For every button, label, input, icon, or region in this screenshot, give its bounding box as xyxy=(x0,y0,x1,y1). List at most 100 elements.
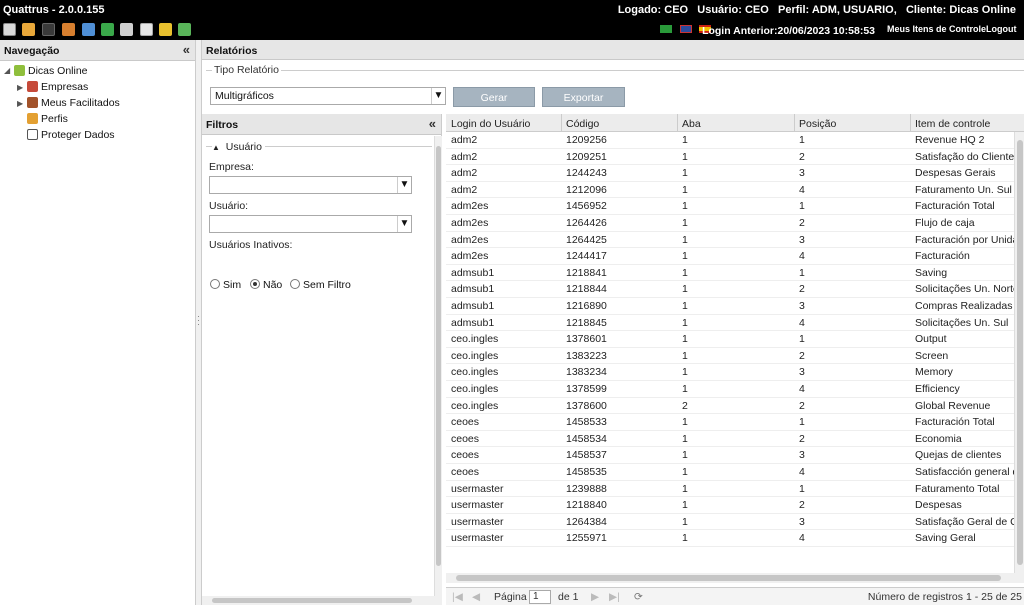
table-row[interactable]: usermaster 1264384 1 3 Satisfação Geral de C… xyxy=(446,514,1014,531)
table-row[interactable]: ceoes 1458533 1 1 Facturación Total xyxy=(446,414,1014,431)
table-row[interactable]: ceo.ingles 1378599 1 4 Efficiency xyxy=(446,381,1014,398)
radio-circle[interactable] xyxy=(290,279,300,289)
first-page-icon[interactable]: |◀ xyxy=(452,591,463,603)
chevron-down-icon[interactable]: ▼ xyxy=(397,177,411,193)
cell-login: usermaster xyxy=(451,515,504,528)
prev-page-icon[interactable]: ◀ xyxy=(472,591,480,603)
table-row[interactable]: admsub1 1218844 1 2 Solicitações Un. Norte xyxy=(446,281,1014,298)
tree-item-perfis[interactable]: Perfis xyxy=(27,113,68,125)
meus-itens-link[interactable]: Meus Itens de Controle xyxy=(887,24,986,34)
col-header-item[interactable]: Item de controle xyxy=(915,118,990,130)
table-row[interactable]: ceo.ingles 1383234 1 3 Memory xyxy=(446,364,1014,381)
tree-root-dicas-online[interactable]: Dicas Online xyxy=(14,65,88,77)
radio-sim[interactable]: Sim xyxy=(210,279,241,291)
radio-sem-filtro[interactable]: Sem Filtro xyxy=(290,279,351,291)
logout-link[interactable]: Logout xyxy=(986,24,1017,34)
table-row[interactable]: admsub1 1218845 1 4 Solicitações Un. Sul xyxy=(446,315,1014,332)
cell-item: Global Revenue xyxy=(915,399,991,412)
users-icon xyxy=(27,113,38,124)
cliente-value: Dicas Online xyxy=(949,4,1016,16)
scroll-thumb[interactable] xyxy=(436,146,441,566)
cell-aba: 1 xyxy=(682,183,688,196)
usuario-group-toggle[interactable]: ▲ Usuário xyxy=(212,141,265,153)
col-separator[interactable] xyxy=(794,114,795,132)
table-row[interactable]: adm2 1212096 1 4 Faturamento Un. Sul xyxy=(446,182,1014,199)
cell-aba: 1 xyxy=(682,482,688,495)
cell-posicao: 4 xyxy=(799,316,805,329)
scroll-thumb[interactable] xyxy=(212,598,412,603)
cell-login: ceoes xyxy=(451,416,480,429)
col-separator[interactable] xyxy=(910,114,911,132)
cell-aba: 1 xyxy=(682,416,688,429)
tipo-relatorio-select[interactable]: Multigráficos ▼ xyxy=(210,87,446,105)
cell-posicao: 4 xyxy=(799,183,805,196)
cell-login: adm2 xyxy=(451,134,478,146)
cell-aba: 2 xyxy=(682,399,688,412)
gerar-button[interactable]: Gerar xyxy=(453,87,535,107)
table-row[interactable]: usermaster 1255971 1 4 Saving Geral xyxy=(446,530,1014,547)
usuario-select[interactable]: ▼ xyxy=(209,215,412,233)
col-separator[interactable] xyxy=(677,114,678,132)
table-row[interactable]: usermaster 1218840 1 2 Despesas xyxy=(446,497,1014,514)
cell-codigo: 1378601 xyxy=(566,333,607,346)
collapse-filters-icon[interactable]: « xyxy=(429,116,436,131)
table-row[interactable]: adm2 1209251 1 2 Satisfação do Cliente xyxy=(446,149,1014,166)
scroll-thumb[interactable] xyxy=(456,575,1001,581)
col-header-posicao[interactable]: Posição xyxy=(799,118,836,130)
tree-expand-icon[interactable]: ▶ xyxy=(17,83,23,92)
cell-aba: 1 xyxy=(682,150,688,163)
table-row[interactable]: adm2 1209256 1 1 Revenue HQ 2 xyxy=(446,132,1014,149)
col-separator[interactable] xyxy=(561,114,562,132)
splitter-grip-icon[interactable]: · · · xyxy=(197,312,200,329)
table-row[interactable]: adm2 1244243 1 3 Despesas Gerais xyxy=(446,165,1014,182)
cell-posicao: 2 xyxy=(799,283,805,296)
tree-collapse-icon[interactable]: ◢ xyxy=(4,66,10,75)
cell-item: Compras Realizadas xyxy=(915,300,1013,312)
tree-expand-icon[interactable]: ▶ xyxy=(17,99,23,108)
next-page-icon[interactable]: ▶ xyxy=(591,591,599,603)
tree-item-meus-facilitados[interactable]: Meus Facilitados xyxy=(27,97,120,109)
cell-posicao: 3 xyxy=(799,515,805,528)
chevron-down-icon[interactable]: ▼ xyxy=(397,216,411,232)
chevron-down-icon[interactable]: ▼ xyxy=(431,88,445,104)
filters-vertical-scrollbar[interactable] xyxy=(434,136,442,596)
cell-posicao: 1 xyxy=(799,416,805,429)
table-row[interactable]: ceoes 1458535 1 4 Satisfacción general de cl xyxy=(446,464,1014,481)
page-input[interactable]: 1 xyxy=(529,590,551,604)
table-row[interactable]: admsub1 1218841 1 1 Saving xyxy=(446,265,1014,282)
scroll-thumb[interactable] xyxy=(1017,140,1023,565)
empresa-select[interactable]: ▼ xyxy=(209,176,412,194)
table-row[interactable]: ceo.ingles 1378600 2 2 Global Revenue xyxy=(446,398,1014,415)
session-info: Logado: CEO Usuário: CEO Perfil: ADM, US… xyxy=(617,4,1016,16)
cell-item: Saving Geral xyxy=(915,532,976,545)
cell-posicao: 4 xyxy=(799,250,805,263)
table-row[interactable]: ceo.ingles 1383223 1 2 Screen xyxy=(446,348,1014,365)
col-header-codigo[interactable]: Código xyxy=(566,118,599,130)
table-row[interactable]: admsub1 1216890 1 3 Compras Realizadas xyxy=(446,298,1014,315)
table-row[interactable]: adm2es 1264425 1 3 Facturación por Unidad d xyxy=(446,232,1014,249)
collapse-nav-icon[interactable]: « xyxy=(183,42,190,57)
col-header-login[interactable]: Login do Usuário xyxy=(451,118,530,130)
tree-item-empresas[interactable]: Empresas xyxy=(27,81,88,93)
last-page-icon[interactable]: ▶| xyxy=(609,591,620,603)
table-row[interactable]: ceoes 1458534 1 2 Economia xyxy=(446,431,1014,448)
filters-horizontal-scrollbar[interactable] xyxy=(202,596,442,605)
grid-vertical-scrollbar[interactable] xyxy=(1014,132,1024,573)
radio-circle[interactable] xyxy=(210,279,220,289)
radio-nao[interactable]: Não xyxy=(250,279,282,291)
refresh-icon[interactable]: ⟳ xyxy=(634,591,643,603)
grid-horizontal-scrollbar[interactable] xyxy=(446,573,1024,583)
table-row[interactable]: ceoes 1458537 1 3 Quejas de clientes xyxy=(446,447,1014,464)
radio-circle-selected[interactable] xyxy=(250,279,260,289)
table-row[interactable]: adm2es 1456952 1 1 Facturación Total xyxy=(446,198,1014,215)
tree-item-proteger-dados[interactable]: Proteger Dados xyxy=(27,129,115,141)
table-row[interactable]: usermaster 1239888 1 1 Faturamento Total xyxy=(446,481,1014,498)
table-row[interactable]: ceo.ingles 1378601 1 1 Output xyxy=(446,331,1014,348)
cell-login: adm2es xyxy=(451,250,489,263)
col-header-aba[interactable]: Aba xyxy=(682,118,701,130)
exportar-button[interactable]: Exportar xyxy=(542,87,625,107)
cell-codigo: 1218841 xyxy=(566,266,607,279)
table-row[interactable]: adm2es 1244417 1 4 Facturación xyxy=(446,248,1014,265)
cell-posicao: 2 xyxy=(799,217,805,229)
table-row[interactable]: adm2es 1264426 1 2 Flujo de caja xyxy=(446,215,1014,232)
